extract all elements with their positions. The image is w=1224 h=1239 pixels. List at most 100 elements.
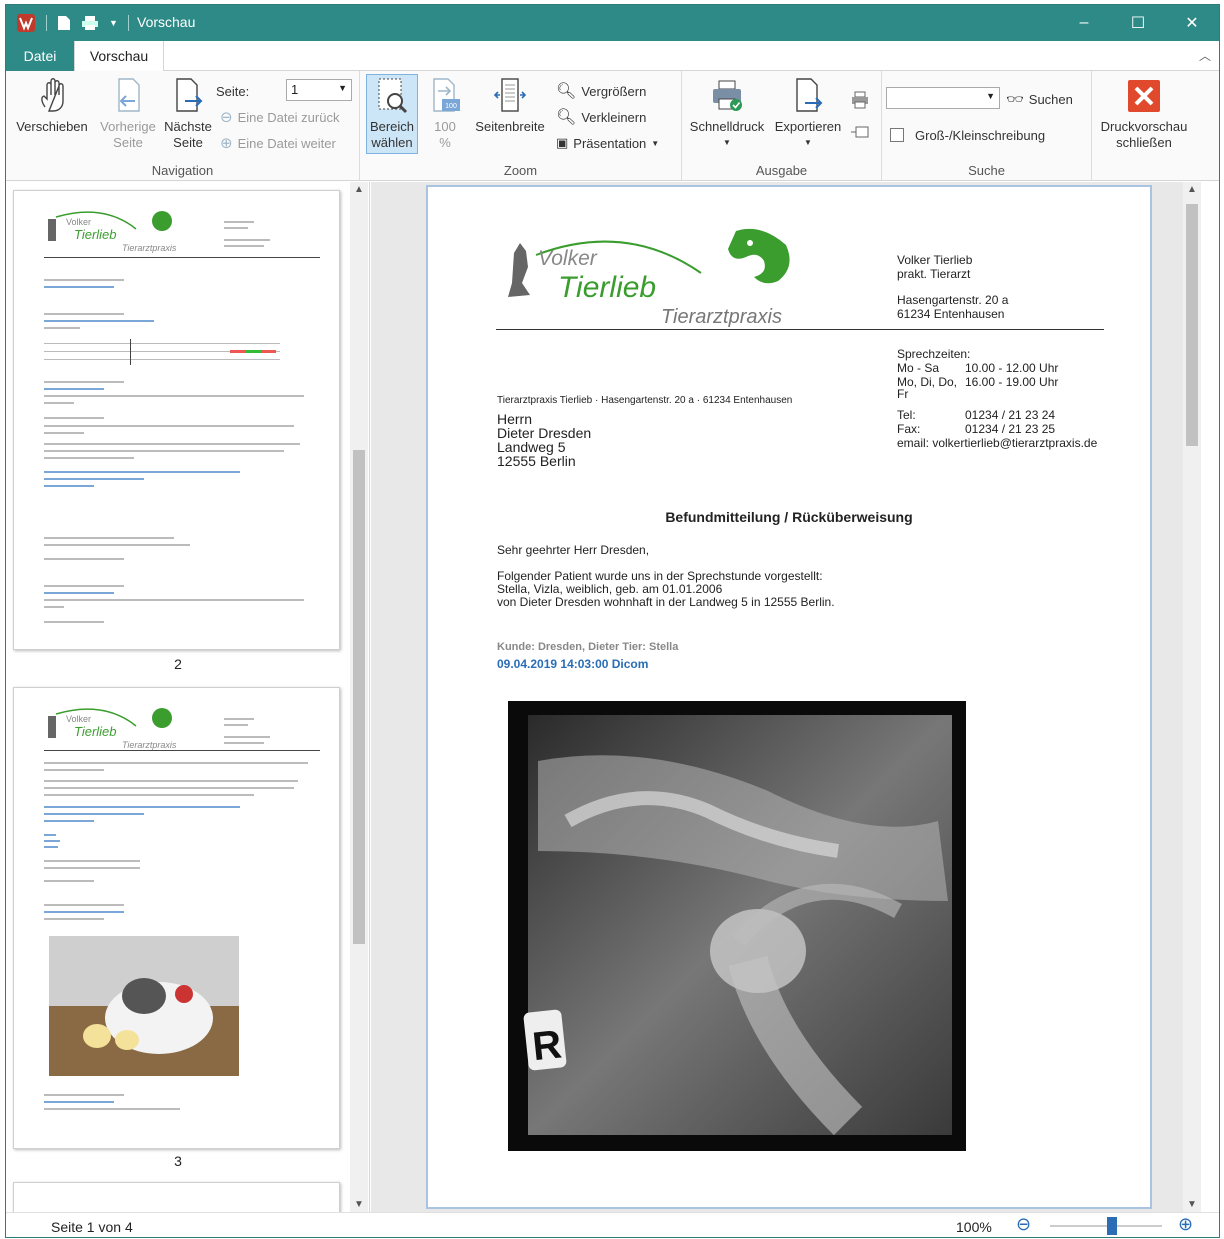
file-forward-label: Eine Datei weiter	[237, 135, 336, 151]
shrink-button[interactable]: 🔍︎ Verkleinern	[556, 107, 646, 127]
document-page: Volker Tierlieb Tierarztpraxis Volker Ti…	[426, 185, 1152, 1209]
select-area-button[interactable]: Bereich wählen	[366, 74, 418, 154]
collapse-ribbon-icon[interactable]: ︿	[1199, 47, 1211, 64]
customize-quick-access-icon[interactable]: ▼	[109, 18, 118, 28]
save-icon[interactable]	[57, 15, 71, 31]
previous-page-button[interactable]: Vorherige Seite	[96, 75, 160, 151]
window-title: Vorschau	[137, 14, 196, 30]
page-width-button[interactable]: Seitenbreite	[468, 75, 552, 135]
zoom-100-label-1: 100	[434, 119, 456, 134]
zoom-group-label: Zoom	[503, 163, 538, 178]
fax-value: 01234 / 21 23 25	[965, 422, 1056, 436]
case-sensitive-checkbox[interactable]: Groß-/Kleinschreibung	[890, 125, 1045, 145]
svg-text:Volker: Volker	[66, 217, 91, 227]
page-combo-value: 1	[291, 82, 299, 97]
maximize-button[interactable]: ☐	[1111, 5, 1165, 41]
move-button[interactable]: Verschieben	[12, 75, 92, 135]
tel-label: Tel:	[897, 408, 916, 422]
zoom-out-icon: 🔍︎	[556, 109, 577, 126]
zoom-in-button[interactable]: ⊕	[1178, 1214, 1193, 1235]
hours-title: Sprechzeiten:	[897, 347, 971, 361]
previous-page-label-1: Vorherige	[100, 119, 156, 134]
salutation: Sehr geehrter Herr Dresden,	[497, 543, 650, 557]
scroll-up-icon[interactable]: ▲	[1183, 184, 1201, 195]
thumbnail-list: Volker Tierlieb Tierarztpraxis 2 Volker …	[6, 182, 350, 1212]
thumbnail-logo-image: VolkerTierlieb Tierarztpraxis	[48, 708, 177, 750]
zoom-level-text: 100%	[956, 1219, 992, 1235]
svg-text:Tierarztpraxis: Tierarztpraxis	[122, 740, 177, 750]
zoom-100-button[interactable]: 100 100 %	[422, 75, 468, 151]
quick-print-label: Schnelldruck	[689, 119, 765, 134]
chevron-down-icon: ▼	[804, 138, 812, 147]
status-bar: Seite 1 von 4 100% ⊖ ⊕	[6, 1212, 1219, 1237]
close-window-button[interactable]: ✕	[1165, 5, 1219, 41]
zoom-in-icon: 🔍︎	[556, 83, 577, 100]
hand-icon	[41, 78, 64, 112]
page-combo[interactable]: 1 ▼	[286, 79, 352, 101]
search-input[interactable]: ▼	[886, 87, 1000, 109]
fax-label: Fax:	[897, 422, 921, 436]
file-back-label: Eine Datei zurück	[237, 109, 340, 125]
next-page-icon	[176, 78, 203, 112]
scroll-down-icon[interactable]: ▼	[1183, 1199, 1201, 1210]
presentation-button[interactable]: ▣ Präsentation ▼	[556, 133, 659, 153]
hours-days-1: Mo - Sa	[897, 361, 940, 375]
tab-preview[interactable]: Vorschau	[74, 41, 164, 72]
export-button[interactable]: Exportieren ▼	[770, 75, 846, 151]
tab-file[interactable]: Datei	[6, 41, 74, 71]
vet-street: Hasengartenstr. 20 a	[897, 293, 1009, 307]
page-setup-icon[interactable]	[850, 125, 870, 139]
arrow-left-circle-icon: ⊖	[220, 109, 233, 126]
next-page-button[interactable]: Nächste Seite	[160, 75, 216, 151]
output-group-label: Ausgabe	[755, 163, 808, 178]
zoom-slider[interactable]	[1050, 1217, 1162, 1235]
scroll-up-icon[interactable]: ▲	[350, 184, 368, 195]
close-preview-label-1: Druckvorschau	[1100, 119, 1188, 134]
output-group: Schnelldruck ▼ Exportieren ▼ Ausgabe	[682, 71, 882, 181]
quick-print-icon	[713, 80, 742, 111]
zoom-100-icon: 100	[433, 78, 460, 112]
chicken-photo-image	[49, 936, 239, 1076]
xray-marker: R	[530, 1022, 563, 1069]
arrow-right-circle-icon: ⊕	[220, 135, 233, 152]
search-button[interactable]: 👓︎ Suchen	[1006, 89, 1073, 109]
thumbnail-pane: Volker Tierlieb Tierarztpraxis 2 Volker …	[6, 182, 370, 1212]
hours-days-2-cont: Fr	[897, 387, 909, 401]
next-page-label-2: Seite	[173, 135, 203, 150]
minimize-button[interactable]: –	[1057, 5, 1111, 41]
thumbnail-scrollbar[interactable]: ▲ ▼	[350, 182, 368, 1212]
page-label: Seite:	[216, 83, 250, 99]
hours-time-1: 10.00 - 12.00 Uhr	[965, 361, 1059, 375]
preview-window: ▼ Vorschau – ☐ ✕ Datei Vorschau ︿ Versch…	[5, 4, 1220, 1238]
header-rule	[496, 329, 1104, 330]
practice-logo-image: Volker Tierlieb Tierarztpraxis	[508, 228, 790, 328]
zoom-100-label-2: %	[439, 135, 451, 150]
svg-text:Tierlieb: Tierlieb	[74, 227, 117, 242]
navigation-group: Verschieben Vorherige Seite Nächste Seit…	[6, 71, 360, 181]
zoom-slider-thumb[interactable]	[1106, 1217, 1117, 1235]
print-options-icon[interactable]	[850, 91, 870, 109]
enlarge-button[interactable]: 🔍︎ Vergrößern	[556, 81, 646, 101]
export-label: Exportieren	[774, 119, 842, 134]
quick-print-button[interactable]: Schnelldruck ▼	[684, 75, 770, 151]
scroll-down-icon[interactable]: ▼	[350, 1199, 368, 1210]
thumbnail-page-3[interactable]: Volker Tierlieb Tierarztpraxis	[13, 687, 340, 1149]
svg-text:Tierarztpraxis: Tierarztpraxis	[122, 243, 177, 253]
thumbnail-page-2[interactable]: Volker Tierlieb Tierarztpraxis	[13, 190, 340, 650]
file-forward-button[interactable]: ⊕ Eine Datei weiter	[220, 133, 336, 153]
print-icon[interactable]	[81, 15, 99, 31]
body-line-2: Stella, Vizla, weiblich, geb. am 01.01.2…	[497, 582, 723, 596]
sender-line: Tierarztpraxis Tierlieb · Hasengartenstr…	[497, 395, 793, 406]
xray-image: R	[508, 701, 966, 1151]
logo-line3: Tierarztpraxis	[661, 306, 782, 328]
close-preview-button[interactable]: Druckvorschau schließen	[1094, 75, 1194, 151]
search-label: Suchen	[1028, 91, 1073, 107]
file-back-button[interactable]: ⊖ Eine Datei zurück	[220, 107, 339, 127]
ribbon-tabs: Datei Vorschau ︿	[6, 41, 1219, 72]
preview-scrollbar-thumb[interactable]	[1186, 204, 1198, 446]
thumbnail-page-4[interactable]	[13, 1182, 340, 1212]
zoom-out-button[interactable]: ⊖	[1016, 1214, 1031, 1235]
case-sensitive-box[interactable]	[890, 128, 904, 142]
thumbnail-scrollbar-thumb[interactable]	[353, 450, 365, 944]
preview-scrollbar[interactable]: ▲ ▼	[1183, 182, 1201, 1212]
